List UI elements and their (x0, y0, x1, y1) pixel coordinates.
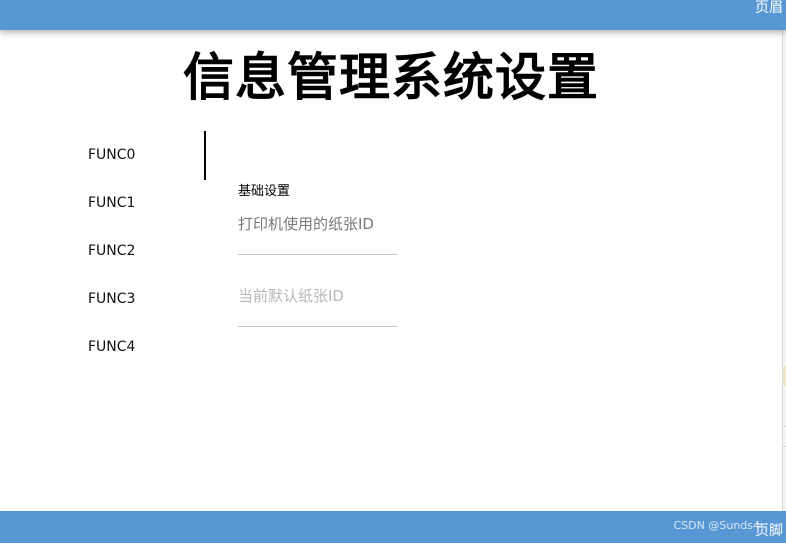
app-window: 页眉 信息管理系统设置 FUNC0 FUNC1 FUNC2 FUNC3 FUNC… (0, 0, 786, 543)
nav-item-func3[interactable]: FUNC3 (88, 275, 135, 323)
watermark: CSDN @Sunds4 (673, 519, 761, 532)
nav-item-func1[interactable]: FUNC1 (88, 179, 135, 227)
side-nav: FUNC0 FUNC1 FUNC2 FUNC3 FUNC4 (0, 131, 206, 371)
page-title: 信息管理系统设置 (182, 49, 599, 108)
default-paper-id-field[interactable]: 当前默认纸张ID (238, 286, 397, 327)
header-label: 页眉 (755, 0, 783, 16)
nav-active-indicator (204, 131, 206, 180)
section-title: 基础设置 (238, 184, 291, 199)
paper-id-label: 打印机使用的纸张ID (238, 215, 374, 233)
footer-label: 页脚 (755, 523, 783, 539)
nav-item-func2[interactable]: FUNC2 (88, 227, 135, 275)
nav-item-func0[interactable]: FUNC0 (88, 131, 135, 179)
page-header: 页眉 (0, 0, 786, 30)
default-paper-id-label: 当前默认纸张ID (238, 287, 344, 305)
paper-id-field[interactable]: 打印机使用的纸张ID (238, 214, 397, 255)
nav-item-func4[interactable]: FUNC4 (88, 323, 135, 371)
page-footer: CSDN @Sunds4 页脚 (0, 511, 786, 543)
